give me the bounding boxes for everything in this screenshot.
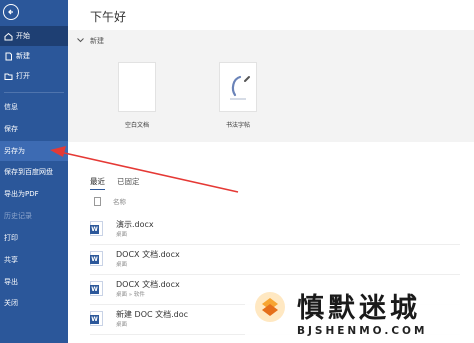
- sidebar-item-share[interactable]: 共享: [0, 250, 68, 270]
- file-path: 桌面: [116, 262, 128, 268]
- brand-logo-icon: [255, 292, 285, 322]
- chevron-down-icon: [77, 37, 84, 45]
- watermark: 慎默迷城 BJSHENMO.COM: [245, 284, 474, 343]
- recent-tabs: 最近 已固定: [90, 176, 140, 190]
- page-title: 下午好: [90, 10, 127, 24]
- watermark-title: 慎默迷城: [297, 293, 421, 324]
- sidebar-divider: [4, 92, 64, 93]
- sidebar-item-export[interactable]: 导出: [0, 272, 68, 292]
- word-doc-icon: W: [90, 221, 103, 236]
- calligraphy-thumbnail: [219, 62, 257, 112]
- sidebar-item-label: 打开: [16, 72, 30, 80]
- sidebar-item-new[interactable]: 新建: [0, 46, 68, 66]
- sidebar-item-label: 新建: [16, 52, 30, 60]
- watermark-subtitle: BJSHENMO.COM: [297, 325, 428, 337]
- sidebar-item-label: 打印: [4, 234, 18, 242]
- sidebar-item-save-to-baidu[interactable]: 保存到百度网盘: [0, 162, 68, 182]
- new-section: 新建 空白文档 书法字帖: [68, 30, 474, 142]
- sidebar-item-label: 导出为PDF: [4, 190, 39, 198]
- new-doc-icon: [4, 52, 13, 61]
- file-row[interactable]: W 演示.docx 桌面: [90, 215, 460, 245]
- sidebar-item-label: 历史记录: [4, 212, 32, 220]
- file-name: 新建 DOC 文档.doc: [116, 310, 189, 319]
- sidebar-item-info[interactable]: 信息: [0, 97, 68, 117]
- file-row[interactable]: W DOCX 文档.docx 桌面: [90, 245, 460, 275]
- sidebar-item-label: 保存: [4, 125, 18, 133]
- sidebar-item-label: 保存到百度网盘: [4, 168, 53, 176]
- new-section-title: 新建: [90, 37, 104, 45]
- blank-doc-thumbnail: [118, 62, 156, 112]
- tab-pinned[interactable]: 已固定: [117, 176, 140, 190]
- calligraphy-brush-icon: [230, 75, 250, 100]
- template-calligraphy[interactable]: 书法字帖: [216, 62, 260, 129]
- file-type-icon: [94, 196, 101, 206]
- file-path: 桌面: [116, 322, 128, 328]
- backstage-sidebar: 开始 新建 打开 信息 保存 另存为 保存到百度网盘 导出为PDF 历史记录 打…: [0, 0, 68, 343]
- sidebar-item-close[interactable]: 关闭: [0, 293, 68, 313]
- sidebar-item-label: 信息: [4, 103, 18, 111]
- new-section-toggle[interactable]: 新建: [77, 36, 104, 46]
- sidebar-item-home[interactable]: 开始: [0, 26, 68, 46]
- sidebar-item-label: 开始: [16, 32, 30, 40]
- column-header-name[interactable]: 名称: [113, 196, 126, 206]
- column-header: 名称: [94, 196, 126, 206]
- word-doc-icon: W: [90, 281, 103, 296]
- file-path: 桌面: [116, 232, 128, 238]
- sidebar-item-label: 导出: [4, 278, 18, 286]
- template-label: 空白文档: [124, 122, 149, 129]
- template-label: 书法字帖: [225, 122, 250, 129]
- template-blank[interactable]: 空白文档: [115, 62, 159, 129]
- tab-recent[interactable]: 最近: [90, 176, 105, 190]
- sidebar-item-label: 另存为: [4, 147, 25, 155]
- file-name: DOCX 文档.docx: [116, 280, 180, 289]
- sidebar-item-label: 共享: [4, 256, 18, 264]
- back-arrow-icon[interactable]: [3, 4, 19, 20]
- folder-open-icon: [4, 72, 13, 81]
- sidebar-item-save-as[interactable]: 另存为: [0, 141, 68, 161]
- sidebar-item-export-pdf[interactable]: 导出为PDF: [0, 184, 68, 204]
- file-path: 桌面 » 软件: [116, 292, 145, 298]
- sidebar-item-label: 关闭: [4, 299, 18, 307]
- word-doc-icon: W: [90, 311, 103, 326]
- sidebar-item-history: 历史记录: [0, 206, 68, 226]
- file-name: DOCX 文档.docx: [116, 250, 180, 259]
- file-name: 演示.docx: [116, 220, 154, 229]
- sidebar-item-open[interactable]: 打开: [0, 66, 68, 86]
- home-icon: [4, 32, 13, 41]
- word-doc-icon: W: [90, 251, 103, 266]
- sidebar-item-print[interactable]: 打印: [0, 228, 68, 248]
- sidebar-item-save[interactable]: 保存: [0, 119, 68, 139]
